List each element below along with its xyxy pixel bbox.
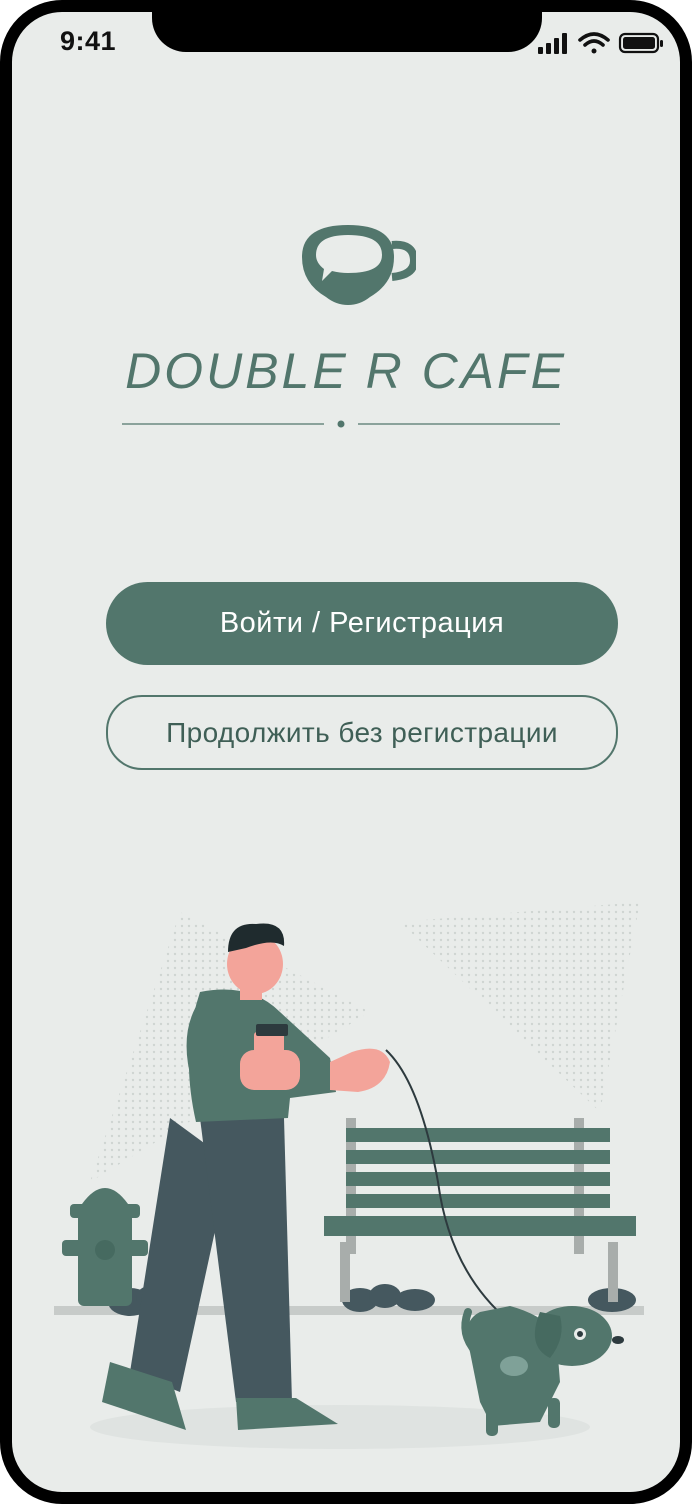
wifi-icon: [578, 32, 610, 54]
notch: [152, 12, 542, 52]
coffee-cup-chat-bubble-icon: [302, 225, 416, 305]
man-walking-dog-park-illustration: [54, 902, 644, 1449]
brand-name: DOUBLE R CAFE: [125, 343, 567, 399]
fire-hydrant: [62, 1188, 148, 1306]
brand-divider: [122, 420, 560, 428]
park-bench: [324, 1118, 636, 1302]
continue-without-registration-button[interactable]: Продолжить без регистрации: [106, 695, 618, 770]
battery-icon: [618, 32, 663, 54]
login-register-button[interactable]: Войти / Регистрация: [106, 582, 618, 665]
status-icons: [538, 32, 663, 54]
cellular-signal-icon: [538, 33, 567, 54]
status-time: 9:41: [60, 26, 117, 56]
phone-frame: 9:41 DOUBLE R CAFE Войти / Регистрация П: [0, 0, 692, 1504]
